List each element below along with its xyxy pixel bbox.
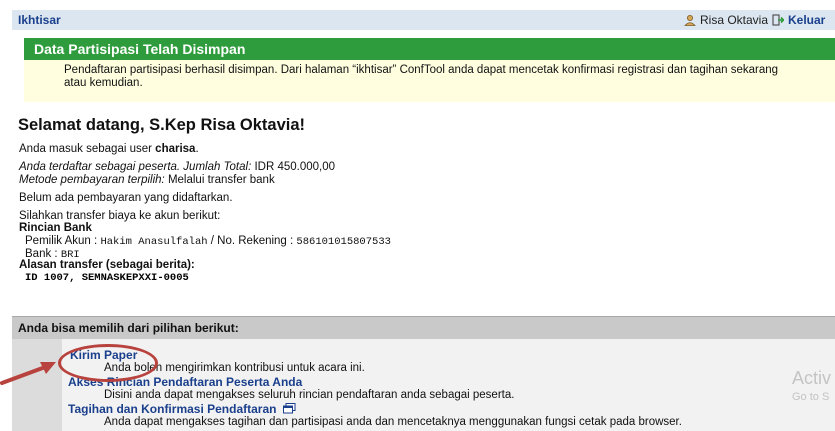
payment-method: Metode pembayaran terpilih: Melalui tran…: [19, 174, 275, 186]
transfer-reason-value: ID 1007, SEMNASKEPXXI-0005: [25, 272, 189, 284]
username: charisa: [155, 143, 196, 155]
activation-watermark: Activ: [792, 368, 832, 388]
bank-details-title: Rincian Bank: [19, 222, 92, 234]
options-heading: Anda bisa memilih dari pilihan berikut:: [18, 321, 239, 335]
account-owner-row: Pemilik Akun : Hakim Anasulfalah / No. R…: [25, 235, 391, 248]
highlight-circle: [58, 344, 158, 382]
annotation-arrow-icon: [0, 362, 56, 385]
breadcrumb-overview[interactable]: Ikhtisar: [18, 13, 61, 27]
invoice-confirmation-link[interactable]: Tagihan dan Konfirmasi Pendaftaran: [68, 402, 296, 416]
login-info: Anda masuk sebagai user charisa.: [19, 143, 199, 155]
transfer-reason-title: Alasan transfer (sebagai berita):: [19, 259, 195, 271]
total-amount: IDR 450.000,00: [254, 161, 336, 173]
registration-details-desc: Disini anda dapat mengakses seluruh rinc…: [104, 389, 515, 401]
invoice-confirmation-desc: Anda dapat mengakses tagihan dan partisi…: [104, 416, 682, 428]
options-header: Anda bisa memilih dari pilihan berikut:: [12, 316, 835, 339]
page-title: Selamat datang, S.Kep Risa Oktavia!: [18, 116, 306, 134]
account-owner: Hakim Anasulfalah: [100, 236, 208, 248]
user-icon: [684, 15, 696, 26]
registration-total: Anda terdaftar sebagai peserta. Jumlah T…: [19, 161, 336, 173]
new-window-icon: [282, 403, 296, 414]
notice-message: Pendaftaran partisipasi berhasil disimpa…: [64, 64, 779, 89]
notice-header: Data Partisipasi Telah Disimpan: [24, 38, 835, 60]
notice-title: Data Partisipasi Telah Disimpan: [34, 41, 246, 57]
logout-label: Keluar: [788, 13, 826, 27]
transfer-instruction: Silahkan transfer biaya ke akun berikut:: [19, 210, 221, 222]
payment-method-value: Melalui transfer bank: [167, 174, 275, 186]
success-notice: Data Partisipasi Telah Disimpan Pendafta…: [24, 38, 835, 102]
payment-status: Belum ada pembayaran yang didaftarkan.: [19, 192, 233, 204]
top-navigation-bar: Ikhtisar Risa Oktavia Keluar: [12, 10, 835, 30]
user-menu[interactable]: Risa Oktavia: [684, 13, 768, 27]
logout-icon: [772, 14, 784, 26]
account-number: 586101015807533: [296, 236, 391, 248]
activation-watermark-sub: Go to S: [792, 391, 830, 403]
logout-link[interactable]: Keluar: [772, 13, 825, 27]
user-name: Risa Oktavia: [700, 13, 769, 27]
